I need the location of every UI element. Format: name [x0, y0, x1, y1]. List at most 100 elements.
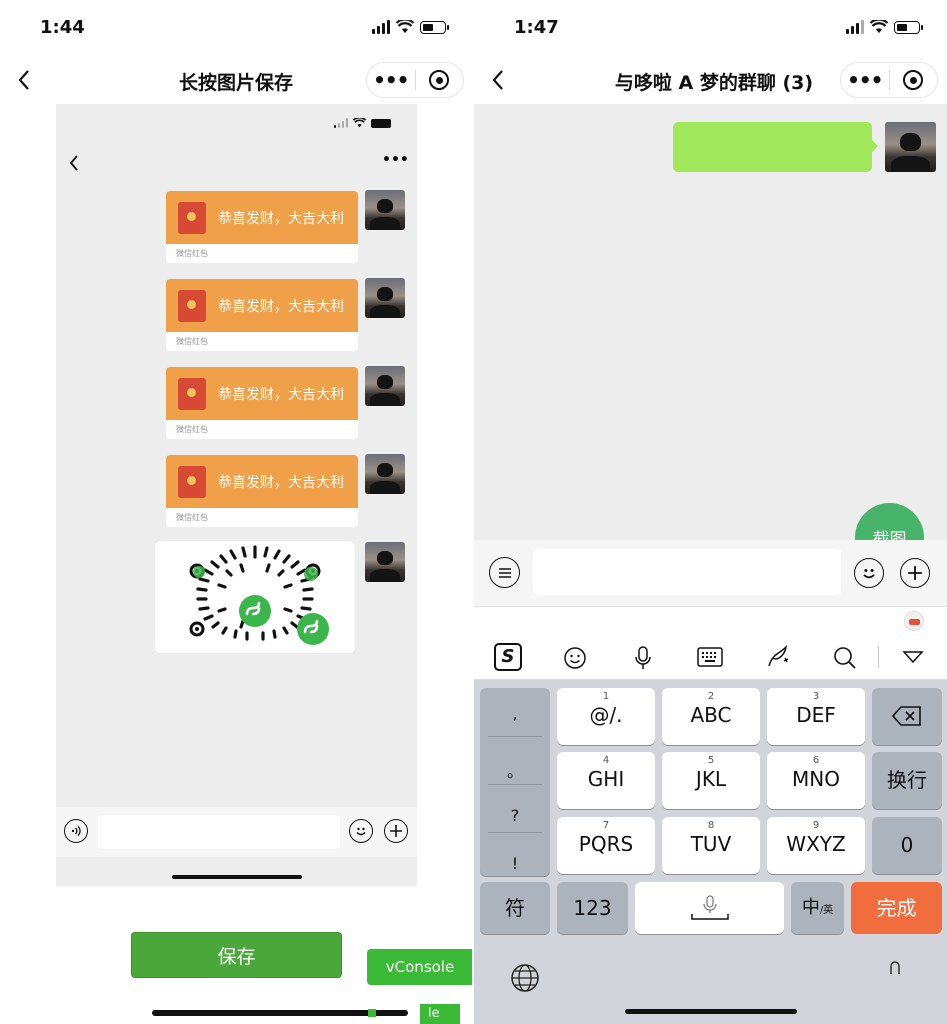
mini-program-capsule: •••	[840, 62, 938, 98]
plus-icon[interactable]	[900, 558, 930, 588]
mini-program-capsule: •••	[366, 62, 464, 98]
search-icon[interactable]	[833, 646, 857, 670]
status-time: 1:44	[40, 17, 85, 38]
key-label: WXYZ	[786, 832, 846, 856]
inner-signal-icon	[334, 118, 348, 128]
red-packet-text: 恭喜发财，大吉大利	[218, 474, 344, 491]
space-key[interactable]	[635, 882, 784, 934]
battery-icon	[894, 20, 923, 34]
more-icon[interactable]: •••	[841, 68, 889, 92]
vconsole-partial-badge: le	[420, 1004, 460, 1024]
candidate-bar	[474, 606, 947, 634]
red-envelope-icon	[178, 201, 206, 234]
red-packet-text: 恭喜发财，大吉大利	[218, 298, 344, 315]
key-label: @/.	[589, 703, 623, 727]
zero-key[interactable]: 0	[872, 817, 942, 874]
punct-divider	[488, 784, 542, 785]
red-packet-text: 恭喜发财，大吉大利	[218, 210, 344, 227]
emoji-panel-icon[interactable]	[563, 646, 587, 670]
signal-icon	[372, 20, 390, 34]
inner-status-icons	[334, 118, 391, 128]
done-key[interactable]: 完成	[851, 882, 942, 934]
avatar	[365, 190, 405, 230]
menu-icon[interactable]	[489, 557, 520, 588]
vconsole-button[interactable]: vConsole	[367, 949, 472, 985]
punct-key[interactable]: 。	[480, 758, 550, 782]
key-8[interactable]: 8 TUV	[662, 817, 760, 874]
input-bar	[474, 540, 947, 606]
ime-mascot-icon[interactable]	[904, 611, 924, 631]
back-icon[interactable]	[16, 68, 32, 92]
number-switch-key[interactable]: 123	[557, 882, 628, 934]
key-number: 6	[812, 755, 820, 766]
inner-back-icon	[69, 155, 78, 171]
language-switch-key[interactable]: 中/英	[791, 882, 844, 934]
red-packet-message: 恭喜发财，大吉大利 微信红包	[166, 191, 358, 263]
key-7[interactable]: 7 PQRS	[557, 817, 655, 874]
chat-area	[474, 104, 947, 540]
status-time: 1:47	[514, 17, 559, 38]
key-label: TUV	[690, 832, 732, 856]
home-indicator	[625, 1009, 797, 1014]
keyboard-toolbar: S	[474, 634, 947, 680]
avatar	[885, 122, 936, 172]
left-phone-screen: 1:44 长按图片保存 ••• ••• 恭喜发财，大吉大利 微信红包 恭喜发财，…	[0, 0, 472, 1024]
key-9[interactable]: 9 WXYZ	[767, 817, 865, 874]
punct-key[interactable]: ,	[480, 704, 550, 723]
emoji-icon	[349, 819, 373, 843]
key-label: 123	[573, 896, 612, 920]
mini-program-code-icon	[189, 545, 329, 645]
key-5[interactable]: 5 JKL	[662, 752, 760, 809]
status-icons	[372, 20, 449, 34]
keyboard-icon[interactable]	[697, 647, 723, 667]
key-3[interactable]: 3 DEF	[767, 688, 865, 745]
green-artifact	[368, 1009, 376, 1017]
punct-key[interactable]: ?	[480, 806, 550, 825]
punctuation-column[interactable]: , 。 ? !	[480, 688, 550, 876]
more-icon[interactable]: •••	[367, 68, 415, 92]
message-bubble[interactable]	[673, 122, 878, 172]
key-number: 9	[812, 820, 820, 831]
delete-key[interactable]	[872, 688, 942, 745]
sogou-logo-icon[interactable]: S	[494, 643, 522, 671]
save-button[interactable]: 保存	[131, 932, 342, 978]
globe-icon[interactable]	[510, 963, 540, 993]
inner-wifi-icon	[353, 118, 366, 128]
handwriting-icon[interactable]	[765, 644, 791, 670]
inner-more-icon: •••	[382, 152, 409, 168]
key-number: 1	[602, 691, 610, 702]
red-packet-text: 恭喜发财，大吉大利	[218, 386, 344, 403]
emoji-icon[interactable]	[854, 558, 884, 588]
key-number: 2	[707, 691, 715, 702]
newline-key[interactable]: 换行	[872, 752, 942, 809]
key-label: GHI	[587, 767, 625, 791]
message-input[interactable]	[533, 549, 841, 595]
close-mini-program-button[interactable]	[889, 70, 937, 90]
red-packet-message: 恭喜发财，大吉大利 微信红包	[166, 367, 358, 439]
dictation-icon[interactable]	[888, 960, 902, 976]
symbols-key[interactable]: 符	[480, 882, 550, 934]
key-sublabel: /英	[819, 905, 834, 916]
collapse-keyboard-icon[interactable]	[902, 650, 924, 664]
key-label: DEF	[796, 703, 836, 727]
microphone-icon[interactable]	[634, 645, 652, 671]
back-icon[interactable]	[490, 68, 506, 92]
space-mic-icon	[690, 895, 729, 920]
punct-key[interactable]: !	[480, 854, 550, 873]
backspace-icon	[891, 706, 921, 726]
key-number: 4	[602, 755, 610, 766]
red-packet-label: 微信红包	[176, 513, 208, 522]
close-mini-program-button[interactable]	[415, 70, 463, 90]
key-6[interactable]: 6 MNO	[767, 752, 865, 809]
generated-chat-image[interactable]: ••• 恭喜发财，大吉大利 微信红包 恭喜发财，大吉大利 微信红包 恭喜发财，大…	[56, 104, 417, 886]
key-1[interactable]: 1 @/.	[557, 688, 655, 745]
key-number: 3	[812, 691, 820, 702]
key-label: 0	[900, 833, 914, 857]
inner-battery-icon	[371, 118, 391, 128]
red-packet-message: 恭喜发财，大吉大利 微信红包	[166, 279, 358, 351]
key-number: 5	[707, 755, 715, 766]
inner-home-indicator	[172, 875, 302, 879]
key-2[interactable]: 2 ABC	[662, 688, 760, 745]
chat-title: 与哆啦 A 梦的群聊 (3)	[614, 72, 814, 94]
key-4[interactable]: 4 GHI	[557, 752, 655, 809]
